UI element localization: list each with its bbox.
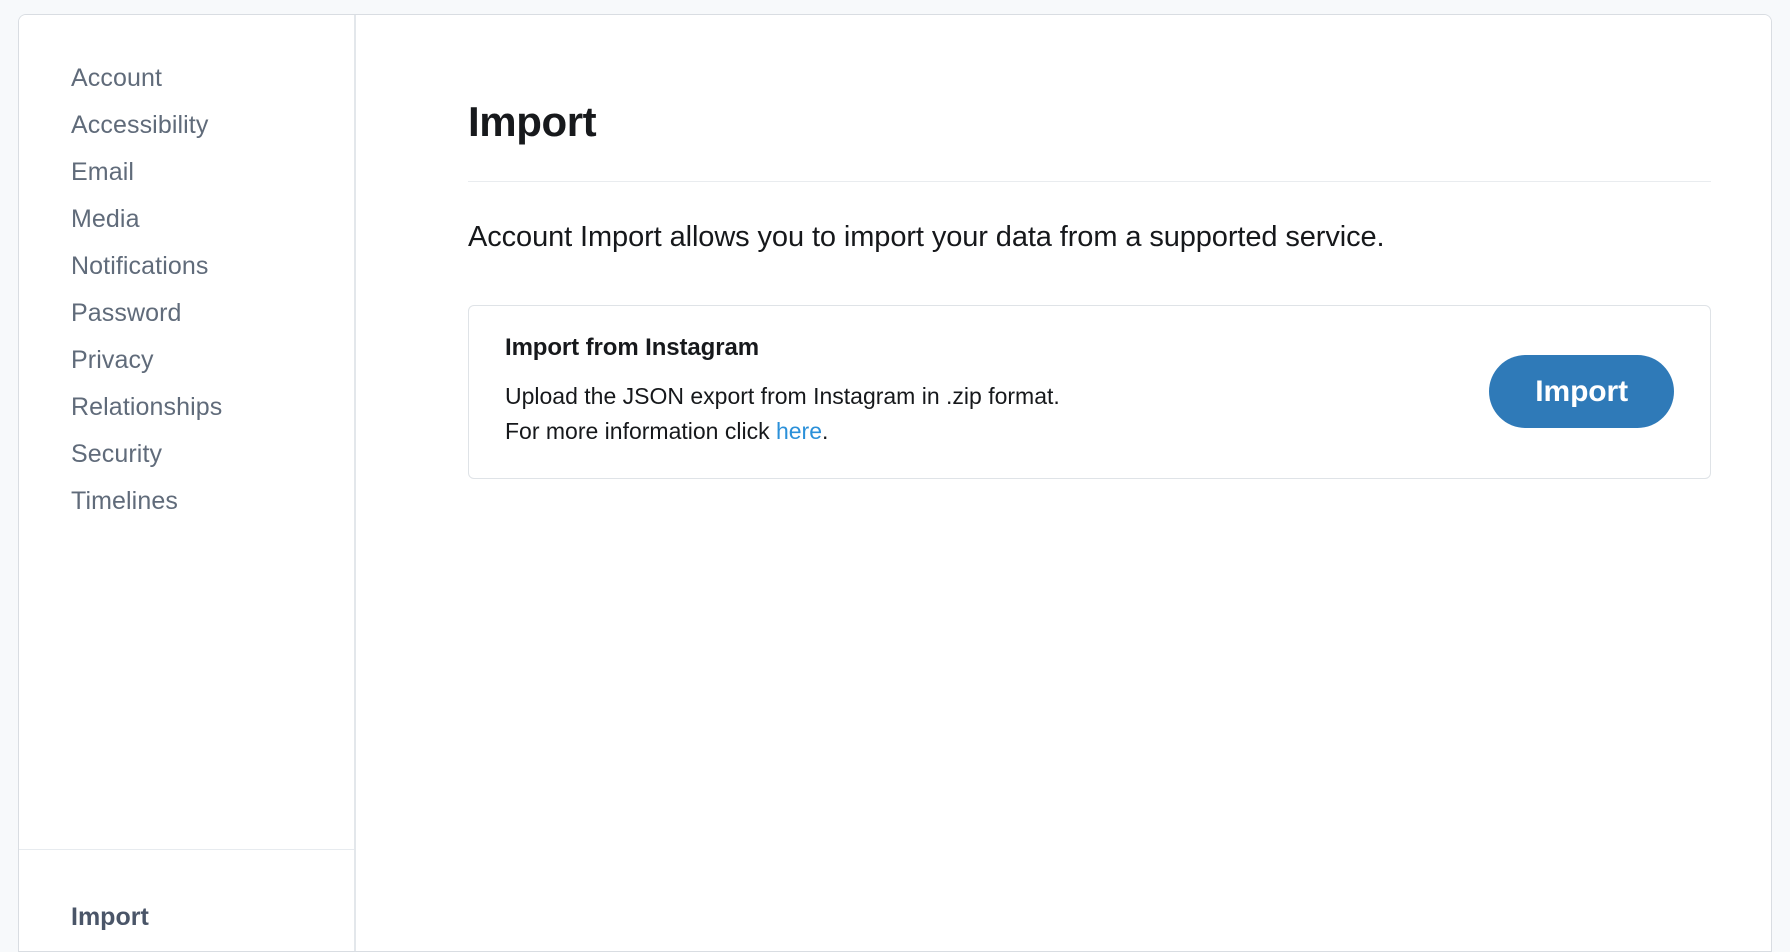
import-card-text: Import from Instagram Upload the JSON ex… — [505, 334, 1489, 448]
sidebar-item-relationships[interactable]: Relationships — [19, 384, 354, 431]
sidebar-item-privacy[interactable]: Privacy — [19, 337, 354, 384]
import-card-title: Import from Instagram — [505, 334, 759, 362]
sidebar-nav-list: Account Accessibility Email Media Notifi… — [19, 55, 354, 525]
title-divider — [468, 181, 1711, 183]
main-content: Import Account Import allows you to impo… — [356, 15, 1771, 951]
page-title: Import — [468, 98, 597, 145]
import-description: Account Import allows you to import your… — [468, 221, 1385, 254]
import-card-line-2-prefix: For more information click — [505, 417, 776, 444]
sidebar-item-email[interactable]: Email — [19, 149, 354, 196]
sidebar-item-password[interactable]: Password — [19, 290, 354, 337]
sidebar-item-accessibility[interactable]: Accessibility — [19, 102, 354, 149]
import-card-line-1: Upload the JSON export from Instagram in… — [505, 383, 1060, 410]
sidebar-item-notifications[interactable]: Notifications — [19, 243, 354, 290]
sidebar-footer-group: Import — [19, 850, 354, 951]
sidebar-item-import[interactable]: Import — [19, 894, 354, 941]
more-information-link[interactable]: here — [776, 418, 822, 444]
sidebar-item-security[interactable]: Security — [19, 431, 354, 478]
import-card-line-2-suffix: . — [822, 417, 829, 444]
import-instagram-card: Import from Instagram Upload the JSON ex… — [468, 305, 1711, 480]
sidebar-item-timelines[interactable]: Timelines — [19, 478, 354, 525]
settings-sidebar: Account Accessibility Email Media Notifi… — [19, 15, 356, 951]
settings-window: Account Accessibility Email Media Notifi… — [18, 14, 1772, 952]
sidebar-item-account[interactable]: Account — [19, 55, 354, 102]
import-button[interactable]: Import — [1489, 354, 1674, 428]
sidebar-item-media[interactable]: Media — [19, 196, 354, 243]
import-card-line-2: For more information click here. — [505, 414, 1465, 449]
